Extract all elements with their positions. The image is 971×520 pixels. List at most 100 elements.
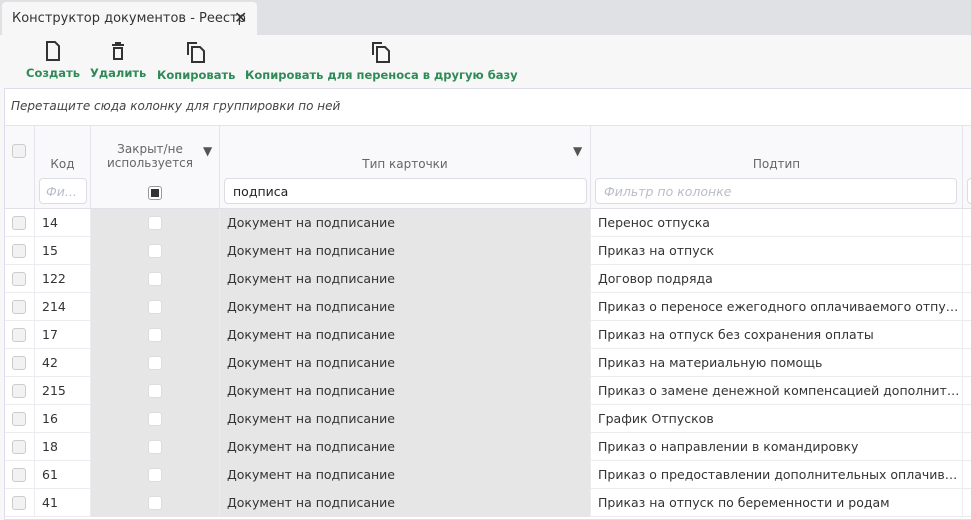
subtype-cell: Приказ на материальную помощь: [591, 349, 963, 377]
row-checkbox[interactable]: [12, 328, 26, 342]
create-label: Создать: [26, 66, 81, 80]
code-cell: 16: [35, 405, 91, 433]
table-row[interactable]: 18 Документ на подписание Приказ о напра…: [5, 433, 971, 461]
close-icon[interactable]: ✕: [234, 8, 247, 27]
closed-cell: [91, 349, 220, 377]
tab-document-registry[interactable]: Конструктор документов - Реестр ✕: [2, 2, 257, 35]
row-checkbox[interactable]: [12, 244, 26, 258]
subtype-filter-input[interactable]: Фильтр по колонке: [595, 178, 957, 204]
closed-checkbox[interactable]: [148, 244, 162, 258]
closed-checkbox[interactable]: [148, 356, 162, 370]
code-cell: 214: [35, 293, 91, 321]
subtype-cell: Приказ на отпуск: [591, 237, 963, 265]
closed-cell: [91, 461, 220, 489]
table-row[interactable]: 214 Документ на подписание Приказ о пере…: [5, 293, 971, 321]
closed-cell: [91, 489, 220, 517]
closed-checkbox[interactable]: [148, 468, 162, 482]
closed-cell: [91, 321, 220, 349]
row-checkbox[interactable]: [12, 468, 26, 482]
closed-checkbox[interactable]: [148, 496, 162, 510]
table-row[interactable]: 14 Документ на подписание Перенос отпуск…: [5, 209, 971, 237]
create-button[interactable]: Создать: [26, 41, 80, 80]
row-checkbox[interactable]: [12, 216, 26, 230]
code-cell: 15: [35, 237, 91, 265]
table-row[interactable]: 41 Документ на подписание Приказ на отпу…: [5, 489, 971, 517]
closed-cell: [91, 265, 220, 293]
code-cell: 215: [35, 377, 91, 405]
closed-checkbox[interactable]: [148, 440, 162, 454]
closed-filter-checkbox[interactable]: [148, 186, 162, 200]
row-select-cell: [5, 265, 35, 293]
closed-checkbox[interactable]: [148, 272, 162, 286]
row-select-cell: [5, 293, 35, 321]
row-select-cell: [5, 489, 35, 517]
table-row[interactable]: 122 Документ на подписание Договор подря…: [5, 265, 971, 293]
code-filter-input[interactable]: Фи...: [39, 178, 87, 204]
tab-bar: Конструктор документов - Реестр ✕: [0, 0, 971, 35]
closed-cell: [91, 209, 220, 237]
table-row[interactable]: 42 Документ на подписание Приказ на мате…: [5, 349, 971, 377]
row-checkbox[interactable]: [12, 300, 26, 314]
row-checkbox[interactable]: [12, 440, 26, 454]
row-checkbox[interactable]: [12, 496, 26, 510]
closed-checkbox[interactable]: [148, 328, 162, 342]
row-select-cell: [5, 237, 35, 265]
subtype-cell: Приказ о переносе ежегодного оплачиваемо…: [591, 293, 963, 321]
row-select-cell: [5, 405, 35, 433]
card-type-cell: Документ на подписание: [220, 237, 591, 265]
copy-label: Копировать: [157, 68, 236, 82]
header-code-label: Код: [50, 157, 75, 171]
filter-icon[interactable]: ▼: [203, 144, 212, 158]
toolbar: Создать Удалить Копировать Копировать дл…: [0, 35, 971, 87]
copy-button[interactable]: Копировать: [157, 41, 235, 82]
header-next: [963, 126, 971, 208]
select-all-column: [5, 126, 35, 208]
code-cell: 122: [35, 265, 91, 293]
next-filter-input[interactable]: [967, 178, 971, 204]
header-subtype[interactable]: Подтип Фильтр по колонке: [591, 126, 963, 208]
table-row[interactable]: 215 Документ на подписание Приказ о заме…: [5, 377, 971, 405]
closed-checkbox[interactable]: [148, 216, 162, 230]
table-row[interactable]: 16 Документ на подписание График Отпуско…: [5, 405, 971, 433]
code-cell: 42: [35, 349, 91, 377]
filter-icon[interactable]: ▼: [573, 144, 582, 158]
group-panel[interactable]: Перетащите сюда колонку для группировки …: [5, 89, 971, 126]
subtype-cell: Приказ на отпуск без сохранения оплаты: [591, 321, 963, 349]
row-select-cell: [5, 321, 35, 349]
delete-button[interactable]: Удалить: [90, 41, 146, 80]
table-row[interactable]: 15 Документ на подписание Приказ на отпу…: [5, 237, 971, 265]
closed-checkbox[interactable]: [148, 384, 162, 398]
trash-icon: [112, 42, 125, 60]
row-select-cell: [5, 377, 35, 405]
file-icon: [46, 41, 60, 61]
code-cell: 61: [35, 461, 91, 489]
copy-icon: [372, 42, 391, 63]
select-all-checkbox[interactable]: [12, 144, 26, 158]
row-checkbox[interactable]: [12, 412, 26, 426]
row-select-cell: [5, 461, 35, 489]
subtype-cell: Приказ о предоставлении дополнительных о…: [591, 461, 963, 489]
copy-icon: [187, 42, 206, 63]
card-type-cell: Документ на подписание: [220, 405, 591, 433]
subtype-cell: Перенос отпуска: [591, 209, 963, 237]
card-type-filter-input[interactable]: подписа: [224, 178, 587, 204]
subtype-cell: График Отпусков: [591, 405, 963, 433]
closed-cell: [91, 293, 220, 321]
closed-cell: [91, 377, 220, 405]
header-card-type[interactable]: Тип карточки ▼ подписа: [220, 126, 591, 208]
row-checkbox[interactable]: [12, 356, 26, 370]
delete-label: Удалить: [90, 66, 147, 80]
row-checkbox[interactable]: [12, 272, 26, 286]
card-type-cell: Документ на подписание: [220, 293, 591, 321]
table-row[interactable]: 17 Документ на подписание Приказ на отпу…: [5, 321, 971, 349]
header-closed[interactable]: Закрыт/не используется ▼: [91, 126, 220, 208]
subtype-cell: Договор подряда: [591, 265, 963, 293]
header-card-type-label: Тип карточки: [362, 157, 448, 171]
row-checkbox[interactable]: [12, 384, 26, 398]
header-code[interactable]: Код Фи...: [35, 126, 91, 208]
closed-checkbox[interactable]: [148, 412, 162, 426]
copy-transfer-button[interactable]: Копировать для переноса в другую базу: [245, 41, 518, 82]
table-row[interactable]: 61 Документ на подписание Приказ о предо…: [5, 461, 971, 489]
closed-cell: [91, 237, 220, 265]
closed-checkbox[interactable]: [148, 300, 162, 314]
